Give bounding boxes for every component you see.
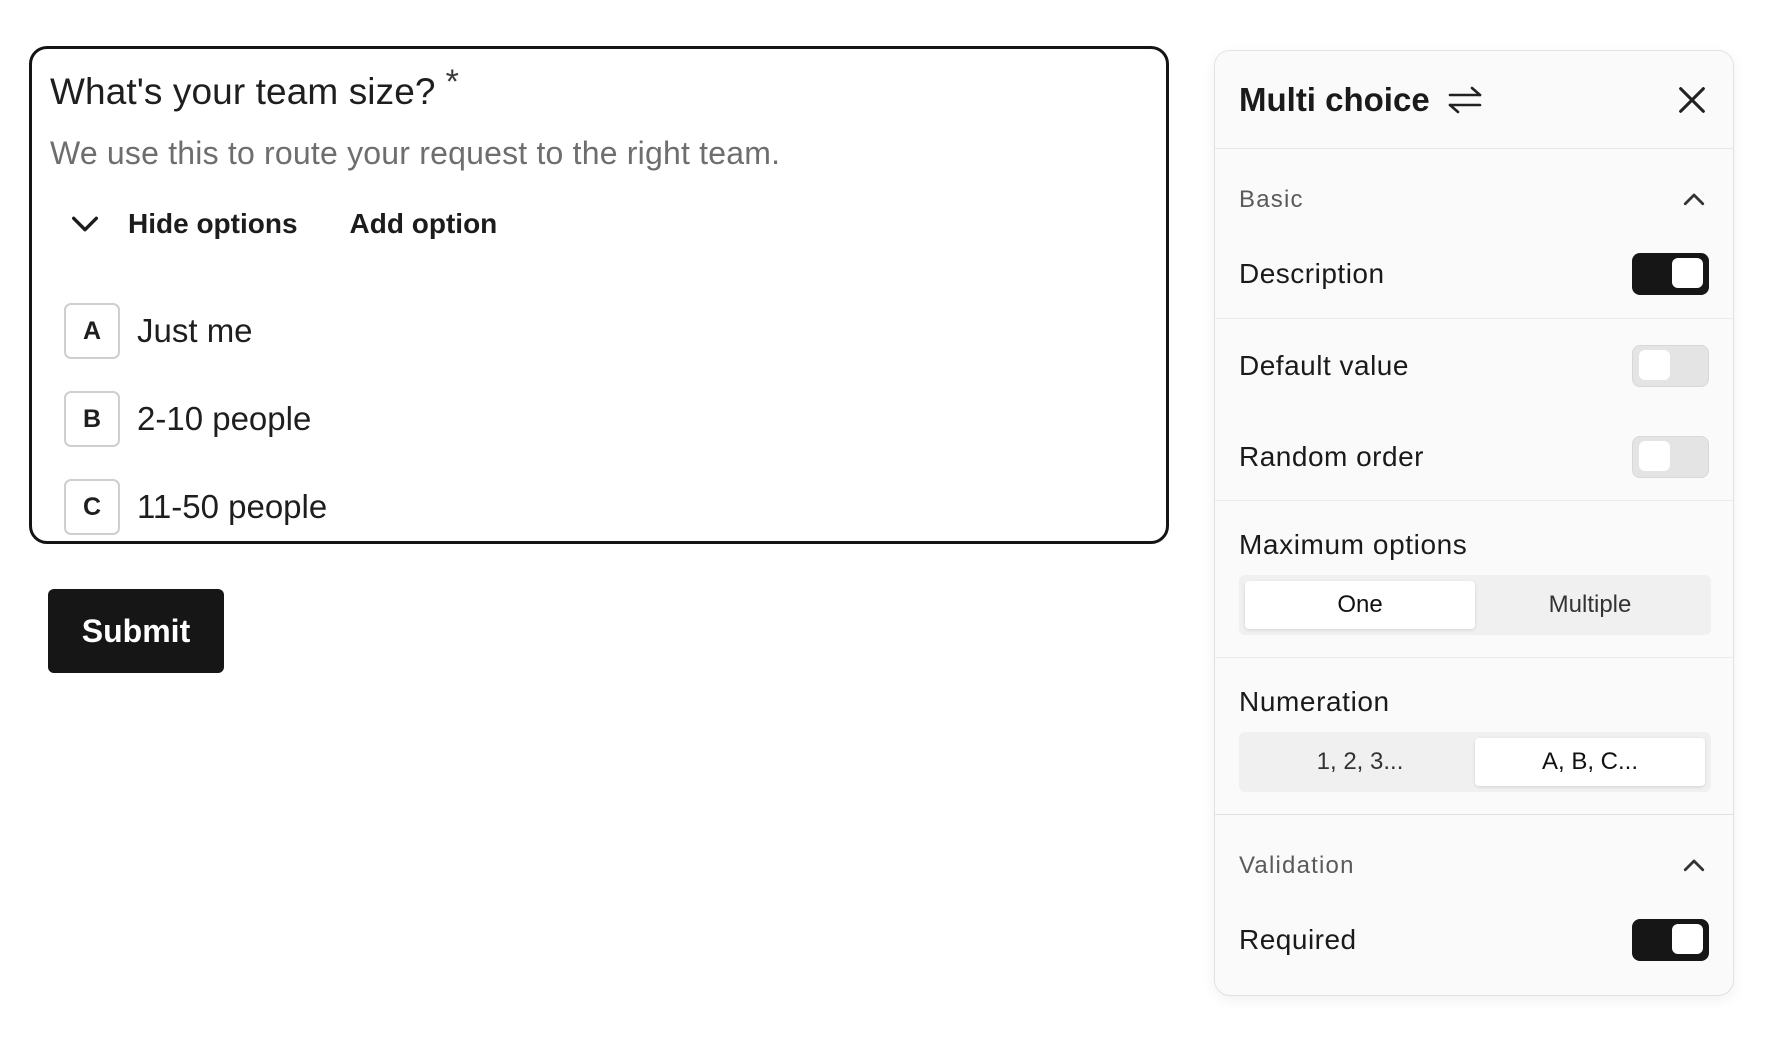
option-label[interactable]: 11-50 people bbox=[137, 488, 327, 526]
option-list: A Just me B 2-10 people C 11-50 people bbox=[64, 287, 327, 551]
hide-options-button[interactable]: Hide options bbox=[68, 207, 298, 241]
maximum-options-segmented: One Multiple bbox=[1239, 575, 1711, 635]
setting-label: Random order bbox=[1239, 440, 1424, 472]
close-icon[interactable] bbox=[1675, 83, 1709, 117]
section-basic-label: Basic bbox=[1239, 186, 1304, 213]
question-description[interactable]: We use this to route your request to the… bbox=[50, 135, 780, 172]
panel-title: Multi choice bbox=[1239, 80, 1430, 118]
setting-row-random-order: Random order bbox=[1215, 413, 1733, 501]
required-asterisk: * bbox=[445, 63, 459, 101]
chevron-down-icon bbox=[71, 216, 99, 232]
question-title-row: What's your team size? * bbox=[50, 63, 459, 113]
random-order-toggle[interactable] bbox=[1632, 435, 1709, 478]
option-label[interactable]: Just me bbox=[137, 312, 253, 350]
add-option-button[interactable]: Add option bbox=[350, 208, 498, 240]
numeration-segmented: 1, 2, 3... A, B, C... bbox=[1239, 732, 1711, 792]
option-key-badge: C bbox=[64, 479, 120, 535]
setting-label: Required bbox=[1239, 924, 1357, 955]
option-item[interactable]: B 2-10 people bbox=[64, 375, 327, 463]
required-toggle[interactable] bbox=[1632, 919, 1709, 961]
setting-label: Default value bbox=[1239, 350, 1409, 381]
form-editor: What's your team size? * We use this to … bbox=[0, 0, 1780, 1044]
description-toggle[interactable] bbox=[1632, 252, 1709, 295]
option-item[interactable]: C 11-50 people bbox=[64, 463, 327, 551]
numeration-group: Numeration 1, 2, 3... A, B, C... bbox=[1215, 658, 1733, 815]
maximum-options-group: Maximum options One Multiple bbox=[1215, 501, 1733, 658]
toggle-knob bbox=[1672, 257, 1703, 288]
toggle-knob bbox=[1639, 440, 1670, 471]
setting-row-required: Required bbox=[1215, 895, 1733, 985]
submit-button[interactable]: Submit bbox=[48, 589, 224, 673]
default-value-toggle[interactable] bbox=[1632, 345, 1709, 387]
chevron-up-icon[interactable] bbox=[1679, 185, 1709, 215]
toggle-knob bbox=[1639, 350, 1670, 380]
section-validation-label: Validation bbox=[1239, 852, 1355, 879]
question-card[interactable]: What's your team size? * We use this to … bbox=[29, 46, 1169, 544]
setting-row-description: Description bbox=[1215, 229, 1733, 319]
segment-one[interactable]: One bbox=[1245, 581, 1475, 629]
option-item[interactable]: A Just me bbox=[64, 287, 327, 375]
numeration-label: Numeration bbox=[1239, 686, 1390, 717]
segment-letters[interactable]: A, B, C... bbox=[1475, 738, 1705, 786]
setting-label: Description bbox=[1239, 257, 1385, 289]
panel-title-wrap: Multi choice bbox=[1239, 81, 1484, 119]
settings-panel: Multi choice Basic Description Default v… bbox=[1214, 50, 1734, 996]
options-toolbar: Hide options Add option bbox=[68, 207, 497, 241]
option-label[interactable]: 2-10 people bbox=[137, 400, 311, 438]
hide-options-label: Hide options bbox=[128, 208, 298, 239]
option-key-badge: A bbox=[64, 303, 120, 359]
setting-row-default-value: Default value bbox=[1215, 319, 1733, 413]
option-key-badge: B bbox=[64, 391, 120, 447]
panel-header: Multi choice bbox=[1215, 51, 1733, 149]
swap-icon[interactable] bbox=[1446, 84, 1484, 116]
toggle-knob bbox=[1672, 924, 1703, 954]
segment-numbers[interactable]: 1, 2, 3... bbox=[1245, 738, 1475, 786]
maximum-options-label: Maximum options bbox=[1239, 529, 1468, 560]
add-option-label: Add option bbox=[349, 208, 498, 239]
chevron-up-icon[interactable] bbox=[1679, 851, 1709, 881]
question-title[interactable]: What's your team size? bbox=[50, 71, 436, 113]
segment-multiple[interactable]: Multiple bbox=[1475, 581, 1705, 629]
